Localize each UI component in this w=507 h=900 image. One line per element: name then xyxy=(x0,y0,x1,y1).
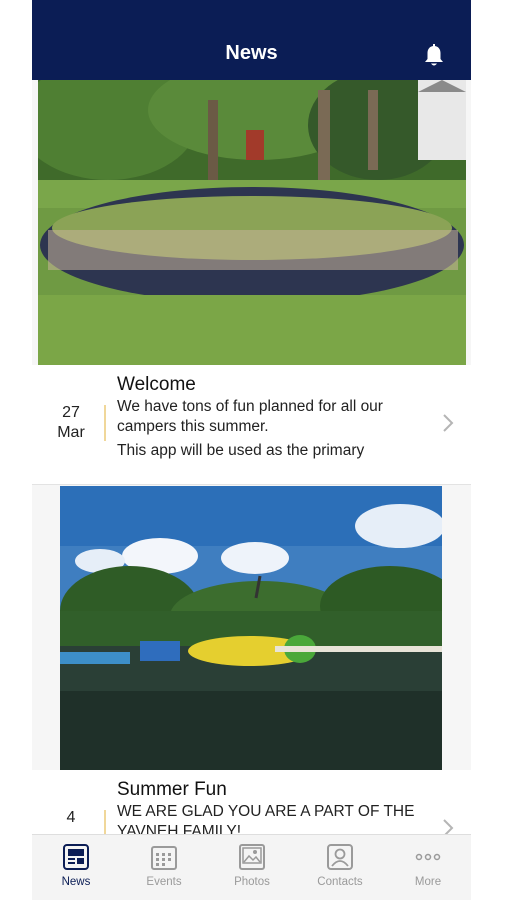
post-excerpt: We have tons of fun planned for all our … xyxy=(117,398,383,435)
post-image-group-circle[interactable] xyxy=(38,80,466,365)
tab-label: News xyxy=(61,876,91,888)
post-day: 27 xyxy=(62,404,80,421)
date-divider xyxy=(104,405,106,441)
post-date: 27 Mar xyxy=(50,403,92,443)
post-month: Mar xyxy=(57,424,85,441)
contact-icon xyxy=(327,844,353,870)
newspaper-icon xyxy=(63,844,89,870)
tab-bar: News Events Photos Contacts More xyxy=(32,834,471,900)
tab-photos[interactable]: Photos xyxy=(208,835,296,900)
post-date: 4 xyxy=(50,808,92,828)
page-title: News xyxy=(225,42,278,64)
chevron-right-icon[interactable] xyxy=(441,413,455,433)
post-title: Welcome xyxy=(117,374,196,395)
photo-icon xyxy=(239,844,265,870)
nav-bar: News xyxy=(32,0,471,80)
tab-more[interactable]: More xyxy=(384,835,471,900)
tab-news[interactable]: News xyxy=(32,835,120,900)
tab-events[interactable]: Events xyxy=(120,835,208,900)
chevron-right-icon[interactable] xyxy=(441,818,455,834)
calendar-icon xyxy=(151,846,177,870)
tab-label: Contacts xyxy=(317,876,363,888)
app-screen: News 27 Mar Welcome We have tons of fun … xyxy=(32,0,471,900)
post-excerpt: WE ARE GLAD YOU ARE A PART OF THE YAVNEH… xyxy=(117,803,415,834)
date-divider xyxy=(104,810,106,834)
tab-label: Photos xyxy=(234,876,270,888)
post-day: 4 xyxy=(66,809,76,826)
tab-label: More xyxy=(414,876,442,888)
post-excerpt-continued: This app will be used as the primary xyxy=(117,442,365,459)
post-card-welcome[interactable]: 27 Mar Welcome We have tons of fun plann… xyxy=(32,365,471,485)
post-card-summer-fun[interactable]: 4 Summer Fun WE ARE GLAD YOU ARE A PART … xyxy=(32,770,471,834)
tab-contacts[interactable]: Contacts xyxy=(296,835,384,900)
ellipsis-icon xyxy=(415,853,441,861)
post-title: Summer Fun xyxy=(117,779,227,800)
post-image-lake-blob[interactable] xyxy=(60,486,442,770)
bell-icon[interactable] xyxy=(423,44,445,68)
news-feed[interactable]: 27 Mar Welcome We have tons of fun plann… xyxy=(32,80,471,834)
tab-label: Events xyxy=(146,876,182,888)
